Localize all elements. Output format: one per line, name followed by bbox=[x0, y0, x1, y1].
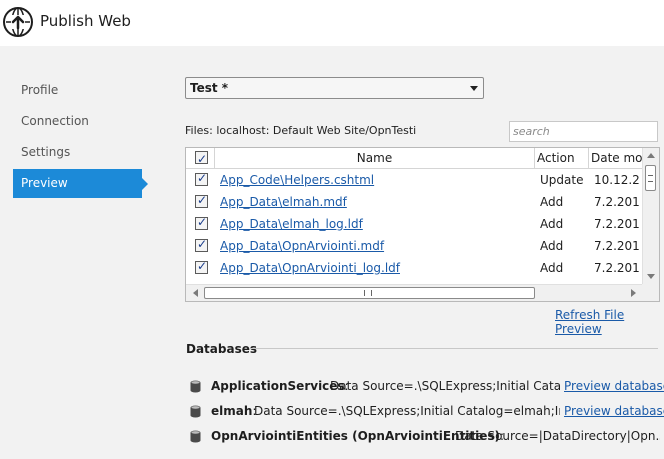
database-icon bbox=[190, 405, 201, 418]
scroll-right-icon[interactable] bbox=[631, 289, 636, 297]
vertical-scrollbar[interactable] bbox=[642, 148, 659, 284]
horizontal-scroll-thumb[interactable] bbox=[204, 287, 535, 299]
file-name-link[interactable]: App_Data\OpnArviointi_log.ldf bbox=[220, 261, 400, 275]
connection-string: Data Source=.\SQLExpress;Initial Catalog… bbox=[254, 404, 560, 418]
scroll-down-icon[interactable] bbox=[647, 274, 655, 279]
file-date: 10.12.2012 bbox=[594, 173, 640, 187]
refresh-file-preview-link[interactable]: Refresh File Preview bbox=[555, 308, 664, 336]
scrollbar-corner bbox=[642, 284, 659, 301]
file-name-link[interactable]: App_Data\OpnArviointi.mdf bbox=[220, 239, 384, 253]
file-preview-grid: Name Action Date mod App_Code\Helpers.cs… bbox=[185, 147, 660, 302]
select-all-checkbox[interactable] bbox=[195, 149, 208, 168]
file-date: 7.2.2013 bbox=[594, 195, 640, 209]
file-action: Add bbox=[540, 217, 564, 231]
row-checkbox[interactable] bbox=[195, 193, 208, 208]
file-action: Add bbox=[540, 239, 564, 253]
file-action: Add bbox=[540, 195, 564, 209]
databases-heading: Databases bbox=[186, 342, 258, 356]
sidebar-item-preview[interactable]: Preview bbox=[13, 169, 148, 198]
section-divider bbox=[250, 348, 658, 349]
sidebar-item-label: Profile bbox=[21, 83, 59, 97]
chevron-down-icon bbox=[470, 86, 478, 91]
horizontal-scrollbar[interactable] bbox=[186, 284, 642, 301]
connection-string: Data Source=|DataDirectory|Opn.sdf bbox=[455, 429, 660, 443]
search-input[interactable] bbox=[509, 121, 658, 142]
sidebar-item-profile[interactable]: Profile bbox=[13, 76, 153, 105]
table-row[interactable]: App_Data\elmah_log.ldf Add 7.2.2013 bbox=[186, 213, 642, 235]
file-action: Update bbox=[540, 173, 584, 187]
sidebar-item-label: Settings bbox=[21, 145, 71, 159]
table-row[interactable]: App_Data\elmah.mdf Add 7.2.2013 bbox=[186, 191, 642, 213]
file-date: 7.2.2013 bbox=[594, 261, 640, 275]
file-date: 7.2.2013 bbox=[594, 239, 640, 253]
connection-string: Data Source=.\SQLExpress;Initial Catalog… bbox=[330, 379, 560, 393]
window-title: Publish Web bbox=[40, 12, 131, 30]
sidebar-item-connection[interactable]: Connection bbox=[13, 107, 153, 136]
grid-header: Name Action Date mod bbox=[186, 148, 642, 169]
select-all-column bbox=[186, 148, 215, 168]
row-checkbox[interactable] bbox=[195, 259, 208, 274]
table-row[interactable]: App_Code\Helpers.cshtml Update 10.12.201… bbox=[186, 169, 642, 191]
row-checkbox[interactable] bbox=[195, 215, 208, 230]
file-date: 7.2.2013 bbox=[594, 217, 640, 231]
database-name: ApplicationServices: bbox=[211, 379, 349, 393]
database-icon bbox=[190, 380, 201, 393]
column-header-name[interactable]: Name bbox=[215, 148, 535, 168]
title-bar: Publish Web bbox=[0, 0, 664, 46]
database-name: elmah: bbox=[211, 404, 257, 418]
row-checkbox[interactable] bbox=[195, 171, 208, 186]
files-target-label: Files: localhost: Default Web Site/OpnTe… bbox=[185, 124, 417, 137]
column-header-date[interactable]: Date mod bbox=[589, 148, 642, 168]
profile-dropdown[interactable]: Test * bbox=[185, 77, 484, 99]
scroll-up-icon[interactable] bbox=[647, 153, 655, 158]
globe-upload-icon bbox=[3, 7, 33, 37]
file-name-link[interactable]: App_Data\elmah_log.ldf bbox=[220, 217, 363, 231]
table-row[interactable]: App_Data\OpnArviointi.mdf Add 7.2.2013 bbox=[186, 235, 642, 257]
sidebar-nav: Profile Connection Settings Preview bbox=[13, 76, 153, 200]
database-icon bbox=[190, 430, 201, 443]
dialog-content: Profile Connection Settings Preview Test… bbox=[0, 46, 664, 459]
vertical-scroll-thumb[interactable] bbox=[645, 165, 656, 191]
preview-database-link[interactable]: Preview database bbox=[564, 404, 664, 418]
table-row[interactable]: App_Data\OpnArviointi_log.ldf Add 7.2.20… bbox=[186, 257, 642, 279]
file-action: Add bbox=[540, 261, 564, 275]
sidebar-item-label: Preview bbox=[21, 176, 68, 190]
scroll-left-icon[interactable] bbox=[193, 289, 198, 297]
profile-dropdown-value: Test * bbox=[190, 81, 229, 95]
file-name-link[interactable]: App_Code\Helpers.cshtml bbox=[220, 173, 374, 187]
file-name-link[interactable]: App_Data\elmah.mdf bbox=[220, 195, 347, 209]
row-checkbox[interactable] bbox=[195, 237, 208, 252]
preview-database-link[interactable]: Preview database bbox=[564, 379, 664, 393]
sidebar-item-settings[interactable]: Settings bbox=[13, 138, 153, 167]
column-header-action[interactable]: Action bbox=[535, 148, 589, 168]
sidebar-item-label: Connection bbox=[21, 114, 89, 128]
